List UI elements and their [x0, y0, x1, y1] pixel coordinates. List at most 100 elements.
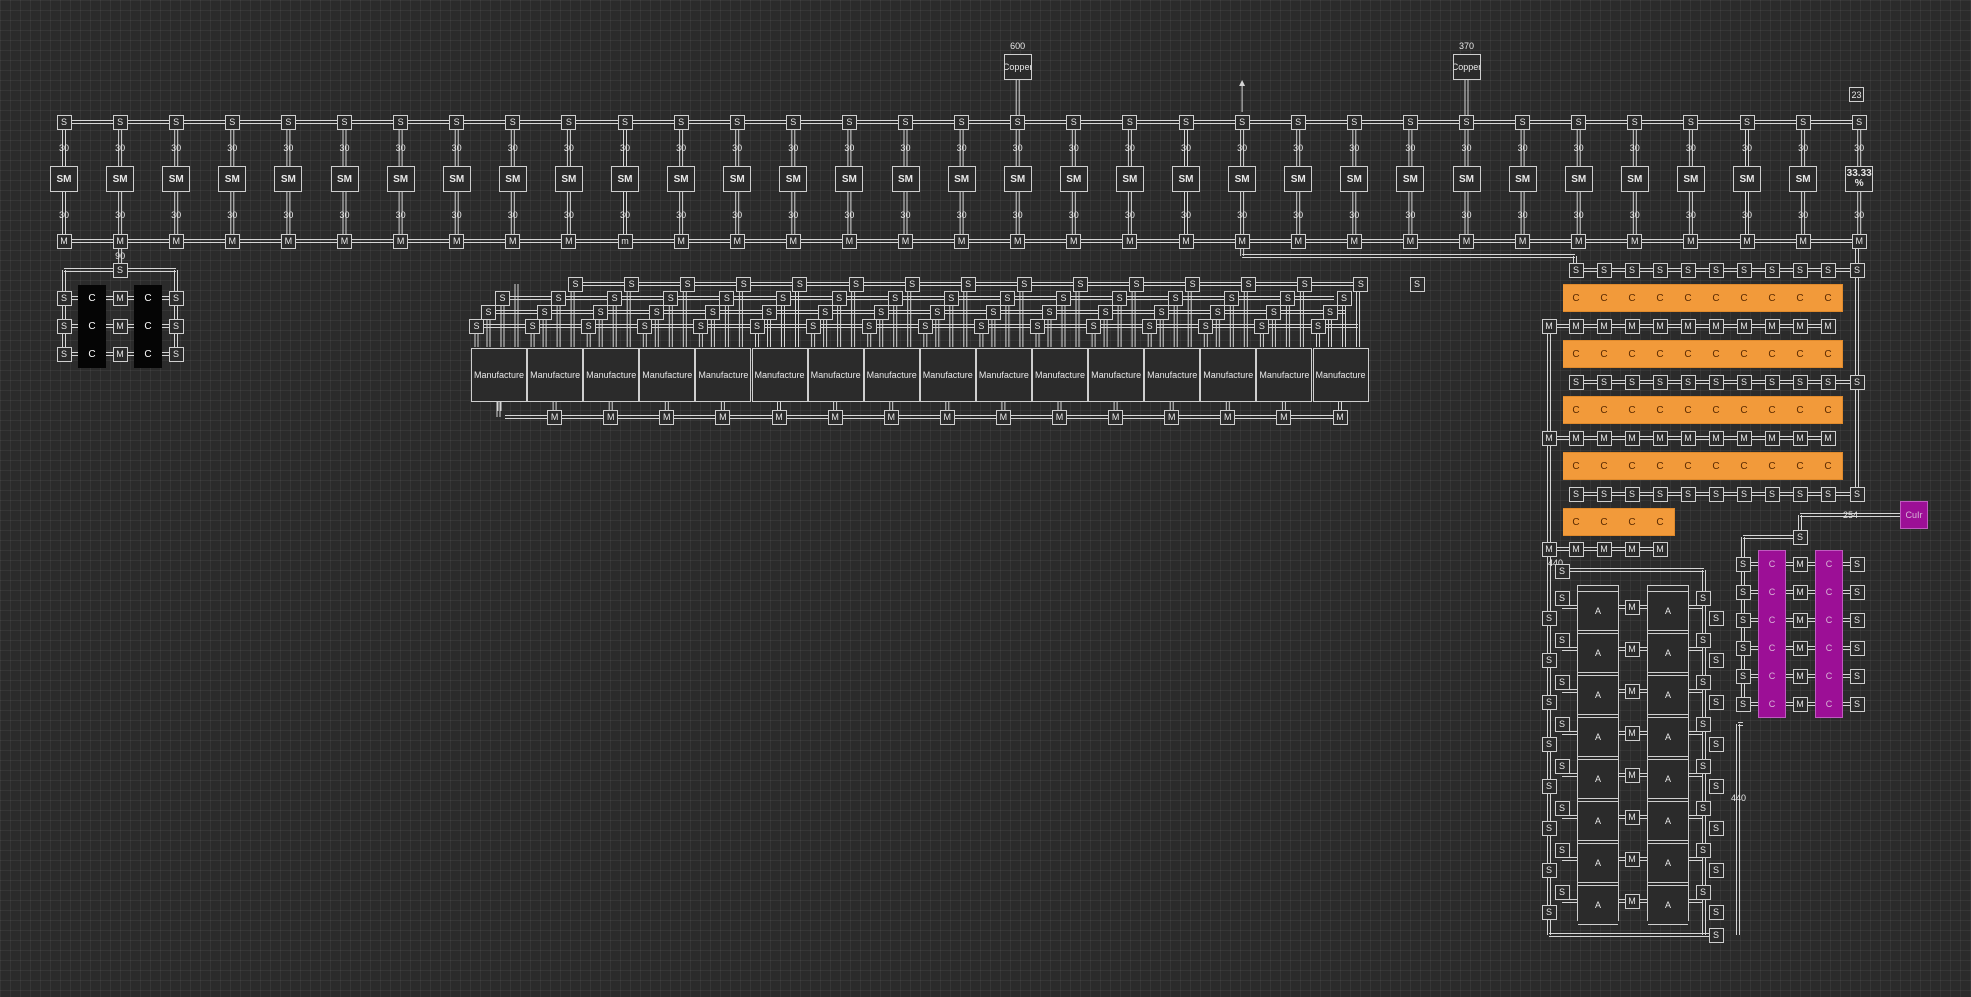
orange-row-splitter[interactable]: S — [1568, 262, 1584, 278]
black-block-merger[interactable]: M — [112, 290, 128, 306]
orange-row-merger[interactable]: M — [1820, 430, 1836, 446]
purple-splitter[interactable]: S — [1735, 556, 1751, 572]
black-block-merger[interactable]: M — [112, 346, 128, 362]
orange-row-merger[interactable]: M — [1596, 541, 1612, 557]
constructor[interactable]: C — [1760, 692, 1784, 716]
manufacturer-feed-splitter[interactable]: S — [943, 290, 959, 306]
constructor[interactable]: C — [1759, 285, 1785, 311]
constructor[interactable]: C — [1760, 664, 1784, 688]
constructor[interactable]: C — [1647, 453, 1673, 479]
smelter-input-splitter[interactable]: S — [280, 114, 296, 130]
manufacturer-feed-splitter[interactable]: S — [792, 276, 808, 292]
smelter-input-splitter[interactable]: S — [898, 114, 913, 130]
orange-row-splitter[interactable]: S — [1792, 486, 1808, 502]
manufacturer-feed-splitter[interactable]: S — [929, 304, 945, 320]
orange-row-splitter[interactable]: S — [1568, 374, 1584, 390]
purple-splitter[interactable]: S — [1849, 668, 1865, 684]
constructor[interactable]: C — [1760, 552, 1784, 576]
orange-row-splitter[interactable]: S — [1736, 374, 1752, 390]
assembler[interactable]: A — [1648, 717, 1688, 757]
constructor[interactable]: C — [85, 347, 99, 361]
smelter-input-splitter[interactable]: S — [1122, 114, 1138, 130]
assembler-splitter[interactable]: S — [1554, 758, 1570, 774]
assembler-splitter[interactable]: S — [1695, 674, 1711, 690]
manufacturer-feed-splitter[interactable]: S — [861, 318, 877, 334]
manufacturer-feed-splitter[interactable]: S — [705, 304, 721, 320]
smelter[interactable]: SM — [1676, 166, 1705, 192]
constructor[interactable]: C — [1591, 397, 1617, 423]
smelter[interactable]: SM — [1452, 166, 1481, 192]
smelter-input-splitter[interactable]: S — [673, 114, 689, 130]
assembler-splitter[interactable]: S — [1554, 842, 1570, 858]
manufacturer-feed-splitter[interactable]: S — [663, 290, 679, 306]
assembler[interactable]: A — [1648, 675, 1688, 715]
smelter[interactable]: SM — [835, 166, 864, 192]
purple-splitter[interactable]: S — [1735, 696, 1751, 712]
purple-merger[interactable]: M — [1792, 640, 1808, 656]
manufacturer[interactable]: Manufacture — [1088, 348, 1145, 402]
constructor[interactable]: C — [1675, 453, 1701, 479]
smelter-output-merger[interactable]: M — [1346, 233, 1362, 249]
manufacturer-feed-splitter[interactable]: S — [736, 276, 752, 292]
copper-source[interactable]: Copper — [1452, 54, 1481, 80]
smelter-output-merger[interactable]: M — [1739, 233, 1755, 249]
manufacturer-feed-splitter[interactable]: S — [719, 290, 735, 306]
assembler-splitter[interactable]: S — [1695, 800, 1711, 816]
smelter-efficiency-node[interactable]: 33.33 % — [1845, 166, 1874, 192]
purple-splitter[interactable]: S — [1735, 640, 1751, 656]
constructor[interactable]: C — [85, 319, 99, 333]
manufacturer-output-merger[interactable]: M — [1164, 409, 1180, 425]
manufacturer-feed-splitter[interactable]: S — [1142, 318, 1158, 334]
assembler-splitter[interactable]: S — [1695, 632, 1711, 648]
manufacturer-feed-splitter[interactable]: S — [693, 318, 709, 334]
smelter[interactable]: SM — [611, 166, 639, 192]
counter-badge[interactable]: 23 — [1849, 87, 1864, 102]
purple-splitter[interactable]: S — [1735, 612, 1751, 628]
smelter-output-merger[interactable]: M — [56, 233, 72, 249]
constructor[interactable]: C — [1563, 397, 1589, 423]
manufacturer-output-merger[interactable]: M — [995, 409, 1011, 425]
manufacturer-feed-splitter[interactable]: S — [917, 318, 933, 334]
manufacturer-feed-splitter[interactable]: S — [904, 276, 920, 292]
constructor[interactable]: C — [1563, 285, 1589, 311]
orange-row-splitter[interactable]: S — [1849, 374, 1865, 390]
manufacturer-output-merger[interactable]: M — [771, 409, 787, 425]
assembler[interactable]: A — [1648, 759, 1688, 799]
orange-row-merger[interactable]: M — [1680, 430, 1696, 446]
smelter[interactable]: SM — [498, 166, 527, 192]
orange-row-splitter[interactable]: S — [1680, 262, 1696, 278]
orange-row-merger[interactable]: M — [1736, 430, 1752, 446]
orange-row-splitter[interactable]: S — [1764, 486, 1780, 502]
assembler-splitter[interactable]: S — [1541, 862, 1557, 878]
smelter-output-merger[interactable]: m — [617, 233, 633, 249]
smelter[interactable]: SM — [218, 166, 247, 192]
assembler-splitter[interactable]: S — [1695, 590, 1711, 606]
constructor[interactable]: C — [141, 291, 155, 305]
assembler-merger[interactable]: M — [1624, 851, 1640, 867]
smelter-input-splitter[interactable]: S — [449, 114, 465, 130]
constructor[interactable]: C — [85, 291, 99, 305]
assembler-splitter[interactable]: S — [1554, 716, 1570, 732]
manufacturer-feed-splitter[interactable]: S — [537, 304, 553, 320]
smelter-input-splitter[interactable]: S — [224, 114, 240, 130]
constructor[interactable]: C — [1759, 341, 1785, 367]
black-block-splitter[interactable]: S — [56, 290, 72, 306]
smelter-input-splitter[interactable]: S — [1571, 114, 1587, 130]
constructor[interactable]: C — [1817, 580, 1841, 604]
constructor[interactable]: C — [1647, 341, 1673, 367]
constructor[interactable]: C — [1619, 397, 1645, 423]
manufacturer-output-merger[interactable]: M — [939, 409, 955, 425]
black-block-splitter[interactable]: S — [56, 346, 72, 362]
constructor[interactable]: C — [1815, 397, 1841, 423]
assembler-splitter[interactable]: S — [1554, 563, 1570, 579]
smelter-input-splitter[interactable]: S — [1459, 114, 1474, 130]
manufacturer[interactable]: Manufacture — [919, 348, 976, 402]
orange-row-splitter[interactable]: S — [1708, 262, 1724, 278]
smelter-output-merger[interactable]: M — [561, 233, 577, 249]
manufacturer[interactable]: Manufacture — [471, 348, 527, 402]
orange-row-splitter[interactable]: S — [1764, 262, 1780, 278]
manufacturer-feed-splitter[interactable]: S — [848, 276, 864, 292]
smelter-output-merger[interactable]: M — [393, 233, 409, 249]
smelter-output-merger[interactable]: M — [1571, 233, 1587, 249]
manufacturer-output-merger[interactable]: M — [827, 409, 843, 425]
